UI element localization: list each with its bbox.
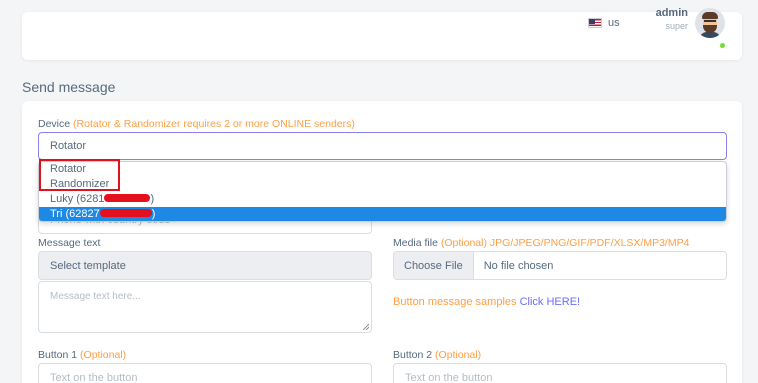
device-option-tri[interactable]: Tri (62827) bbox=[39, 207, 726, 221]
media-file-input[interactable]: Choose File No file chosen bbox=[393, 251, 727, 280]
user-name: admin bbox=[655, 7, 688, 19]
device-note: (Rotator & Randomizer requires 2 or more… bbox=[73, 118, 355, 130]
button2-input[interactable]: Text on the button bbox=[393, 363, 727, 383]
resize-handle-icon[interactable] bbox=[362, 323, 369, 330]
user-role: super bbox=[665, 21, 688, 31]
media-file-label: Media file (Optional) JPG/JPEG/PNG/GIF/P… bbox=[393, 237, 690, 249]
choose-file-button[interactable]: Choose File bbox=[394, 252, 474, 279]
user-info[interactable]: admin super bbox=[620, 7, 688, 31]
device-option-randomizer[interactable]: Randomizer bbox=[39, 177, 726, 192]
avatar[interactable] bbox=[695, 8, 725, 38]
button1-input[interactable]: Text on the button bbox=[38, 363, 372, 383]
file-status: No file chosen bbox=[483, 259, 554, 272]
page-title: Send message bbox=[22, 79, 116, 95]
us-flag-icon bbox=[588, 18, 602, 28]
device-dropdown-list: Rotator Randomizer Luky (6281) Tri (6282… bbox=[38, 161, 727, 222]
online-status-dot bbox=[719, 42, 726, 49]
highlight-box bbox=[39, 159, 120, 191]
redaction-mark bbox=[104, 194, 151, 203]
device-selected-value: Rotator bbox=[50, 140, 87, 152]
device-option-luky[interactable]: Luky (6281) bbox=[39, 192, 726, 207]
button1-label: Button 1 (Optional) bbox=[38, 349, 127, 361]
message-text-label: Message text bbox=[38, 237, 101, 249]
message-textarea[interactable]: Message text here... bbox=[38, 281, 372, 333]
media-file-note: (Optional) JPG/JPEG/PNG/GIF/PDF/XLSX/MP3… bbox=[440, 237, 690, 249]
device-label: Device (Rotator & Randomizer requires 2 … bbox=[38, 118, 355, 130]
device-option-rotator[interactable]: Rotator bbox=[39, 162, 726, 177]
language-switcher[interactable]: us bbox=[588, 17, 620, 29]
template-select[interactable]: Select template bbox=[38, 251, 372, 280]
button2-label: Button 2 (Optional) bbox=[393, 349, 482, 361]
language-label: us bbox=[608, 17, 620, 29]
samples-link[interactable]: Click HERE! bbox=[520, 296, 581, 308]
redaction-mark bbox=[99, 209, 152, 218]
device-select[interactable]: Rotator bbox=[38, 132, 727, 160]
button-samples-text: Button message samples Click HERE! bbox=[393, 296, 581, 308]
